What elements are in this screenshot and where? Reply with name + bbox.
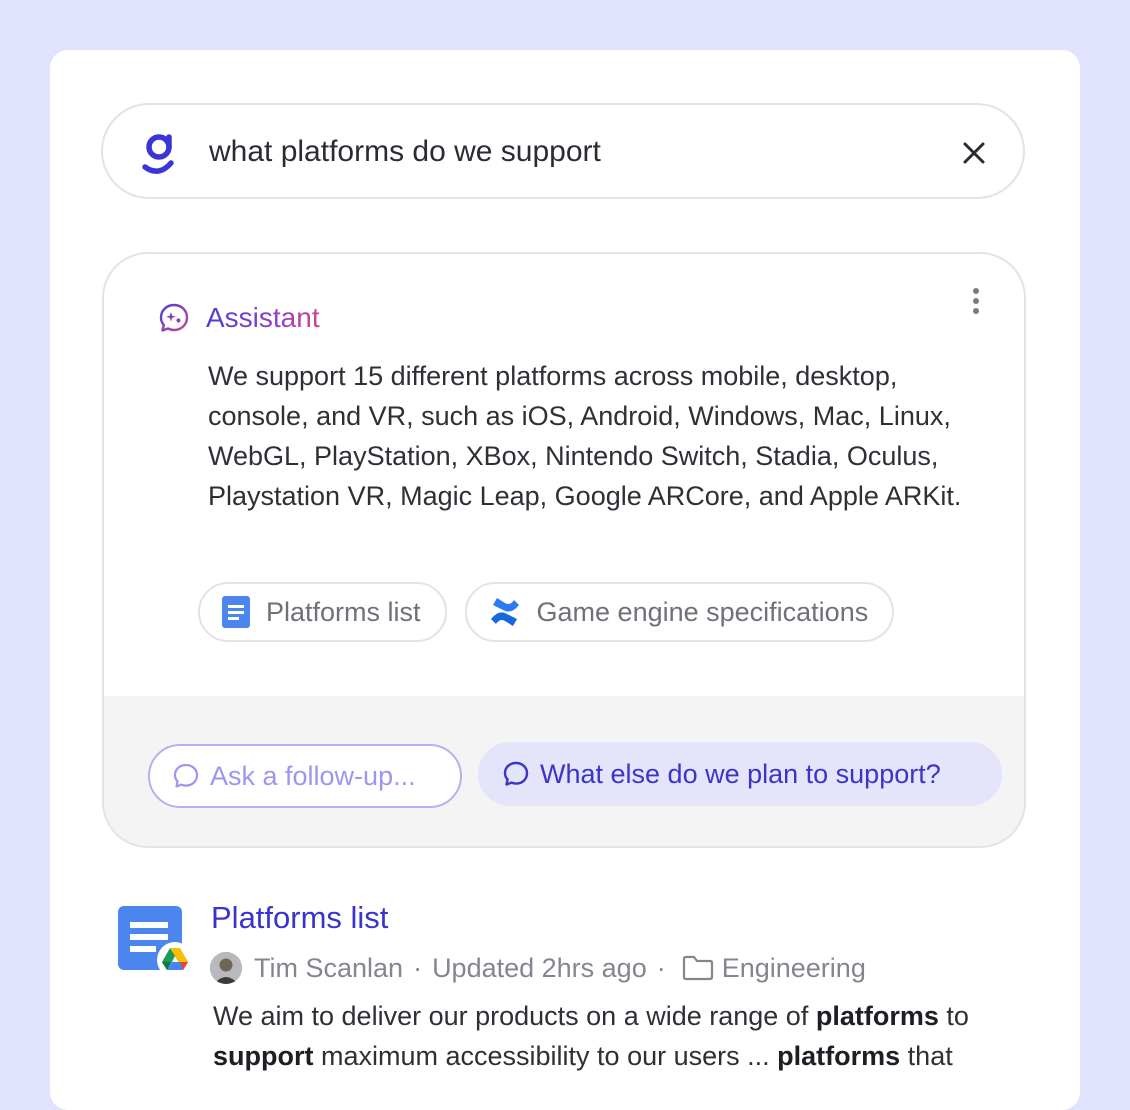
assistant-title: Assistant [206,302,320,333]
assistant-chat-icon [159,303,189,332]
follow-up-placeholder: Ask a follow-up... [210,760,416,791]
snippet-highlight: platforms [815,1001,939,1031]
close-icon[interactable] [959,138,989,168]
source-chip-game-engine-specifications[interactable]: Game engine specifications [464,582,895,642]
assistant-footer: Ask a follow-up... What else do we plan … [104,696,1024,846]
snippet-text: to [938,1001,969,1031]
source-chip-platforms-list[interactable]: Platforms list [198,582,447,642]
google-docs-icon [222,596,250,628]
search-bar [101,103,1025,199]
follow-up-input[interactable]: Ask a follow-up... [148,744,462,808]
author-avatar [210,952,242,984]
more-options-icon[interactable] [966,288,986,318]
result-title-link[interactable]: Platforms list [211,900,388,936]
search-input[interactable] [207,129,911,175]
snippet-highlight: support [213,1041,314,1071]
result-snippet: We aim to deliver our products on a wide… [213,996,1043,1076]
google-docs-drive-icon [118,906,193,978]
suggested-question-button[interactable]: What else do we plan to support? [478,742,1002,806]
snippet-text: that [900,1041,953,1071]
assistant-answer: We support 15 different platforms across… [208,361,962,511]
updated-time: Updated 2hrs ago [432,952,647,983]
folder-icon [682,955,713,981]
glean-logo-icon [142,134,174,174]
folder-name[interactable]: Engineering [722,953,866,984]
assistant-header: Assistant [158,300,320,336]
result-meta: Tim Scanlan · Updated 2hrs ago · Enginee… [210,950,866,986]
author-name: Tim Scanlan [254,952,404,983]
snippet-text: We aim to deliver our products on a wide… [213,1001,816,1031]
snippet-text: maximum accessibility to our users ... [313,1041,778,1071]
source-chip-label: Game engine specifications [536,596,869,627]
chat-bubble-icon [503,761,529,786]
chat-bubble-icon [173,763,199,788]
assistant-panel: Assistant We support 15 different platfo… [102,252,1026,848]
confluence-icon [490,598,519,626]
source-chips: Platforms list Game engine specification… [198,582,895,642]
separator: · [656,952,666,983]
snippet-highlight: platforms [777,1041,901,1071]
separator: · [413,952,423,983]
source-chip-label: Platforms list [266,596,421,627]
suggested-question-label: What else do we plan to support? [540,758,941,789]
